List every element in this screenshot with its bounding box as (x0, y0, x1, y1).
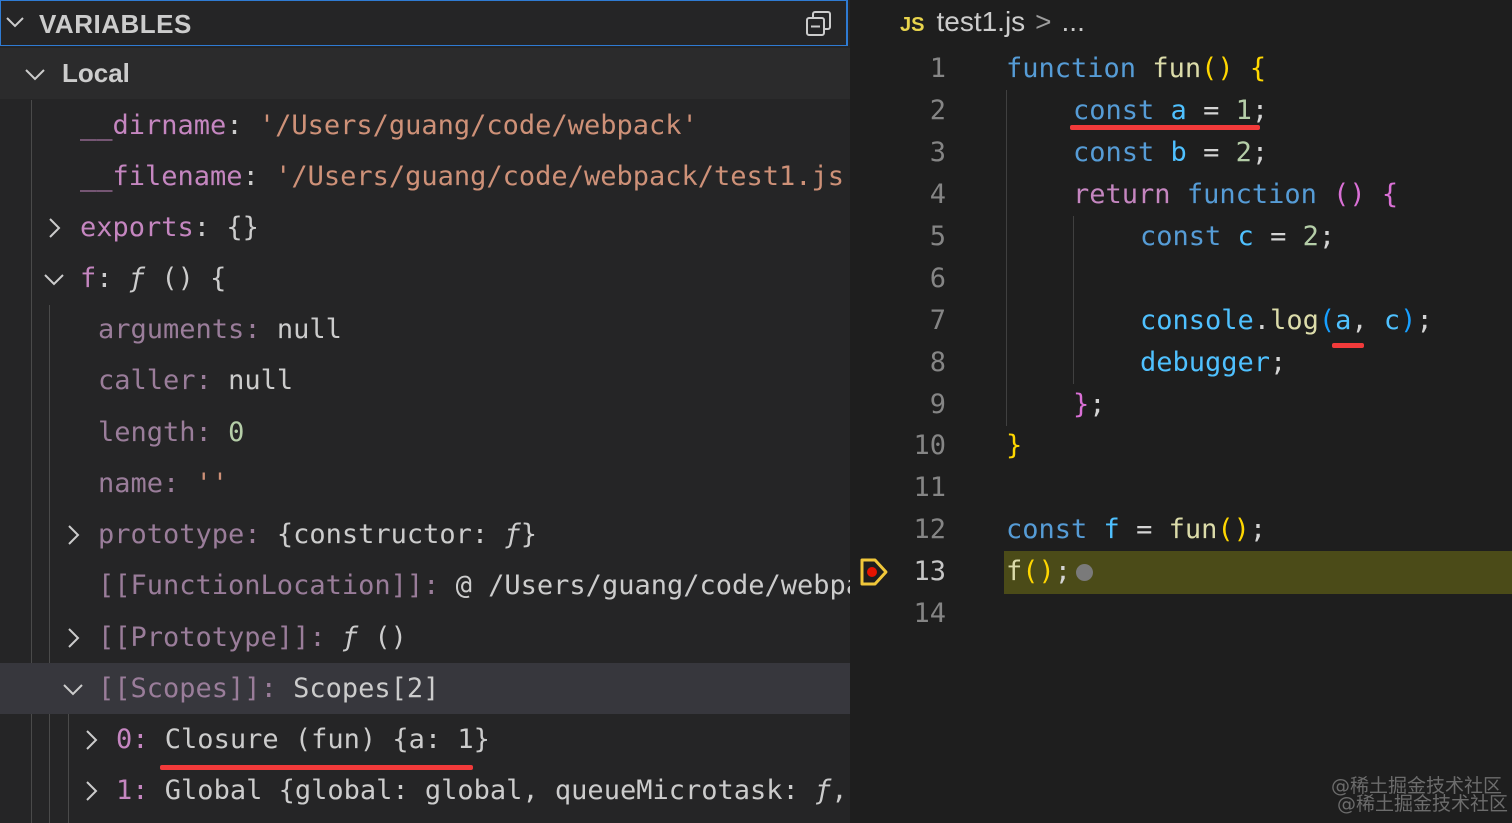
line-number: 5 (929, 221, 946, 252)
red-underline-annotation (1070, 125, 1260, 130)
variable-row[interactable]: __dirname: '/Users/guang/code/webpack' (0, 100, 850, 151)
variable-row[interactable]: 0: Closure (fun) {a: 1} (0, 714, 850, 765)
code-line-12[interactable]: const f = fun(); (1006, 509, 1266, 551)
line-number: 9 (929, 389, 946, 420)
code-line-3[interactable]: const b = 2; (1073, 132, 1268, 174)
red-underline-annotation (1332, 343, 1364, 348)
line-number: 3 (929, 137, 946, 168)
variables-header[interactable]: VARIABLES (0, 0, 848, 46)
chevron-right-icon: > (1035, 6, 1052, 37)
javascript-file-icon: JS (900, 14, 925, 36)
chevron-right-icon[interactable] (62, 627, 84, 649)
chevron-down-icon[interactable] (43, 268, 65, 290)
variable-row[interactable]: f: ƒ () { (0, 253, 850, 304)
code-line-8[interactable]: debugger; (1140, 342, 1286, 384)
code-line-5[interactable]: const c = 2; (1140, 216, 1335, 258)
variable-row[interactable]: arguments: null (0, 304, 850, 355)
breadcrumb: JS test1.js >... (900, 6, 1085, 38)
line-number: 10 (913, 430, 946, 461)
chevron-right-icon[interactable] (62, 524, 84, 546)
panel-title: VARIABLES (39, 9, 192, 39)
code-line-7[interactable]: console.log(a, c); (1140, 300, 1433, 342)
code-line-10[interactable]: } (1006, 425, 1022, 467)
line-number: 1 (929, 53, 946, 84)
scope-local[interactable]: Local (0, 48, 850, 99)
watermark: @稀土掘金技术社区 @稀土掘金技术社区 (1330, 775, 1508, 815)
variable-row[interactable]: name: '' (0, 458, 850, 509)
chevron-down-icon[interactable] (62, 678, 84, 700)
code-line-13[interactable]: f(); (1006, 551, 1094, 593)
line-number-active: 13 (913, 556, 946, 587)
line-number: 6 (929, 263, 946, 294)
variable-row[interactable]: __filename: '/Users/guang/code/webpack/t… (0, 151, 850, 202)
breadcrumb-symbols[interactable]: ... (1062, 6, 1085, 37)
indent-guide (1006, 90, 1007, 426)
line-number: 12 (913, 514, 946, 545)
chevron-down-icon[interactable] (5, 12, 25, 32)
inline-breakpoint-dot-icon[interactable] (1076, 564, 1094, 581)
line-number: 11 (913, 472, 946, 503)
line-number: 4 (929, 179, 946, 210)
line-number: 2 (929, 95, 946, 126)
code-line-4[interactable]: return function () { (1073, 174, 1398, 216)
chevron-right-icon[interactable] (80, 729, 102, 751)
line-number: 8 (929, 347, 946, 378)
variable-row[interactable]: [[FunctionLocation]]: @ /Users/guang/cod… (0, 560, 850, 611)
variable-row[interactable]: exports: {} (0, 202, 850, 253)
variable-row[interactable]: caller: null (0, 355, 850, 406)
breadcrumb-file[interactable]: test1.js (936, 6, 1025, 37)
line-number: 14 (913, 598, 946, 629)
variable-row[interactable]: length: 0 (0, 407, 850, 458)
code-line-1[interactable]: function fun() { (1006, 48, 1266, 90)
chevron-right-icon[interactable] (43, 217, 65, 239)
collapse-all-icon[interactable] (804, 9, 834, 39)
chevron-right-icon[interactable] (80, 780, 102, 802)
variable-row[interactable]: 1: Global {global: global, queueMicrotas… (0, 765, 850, 816)
variables-panel: VARIABLES Local __dirname: '/Users/guang… (0, 0, 850, 823)
code-editor[interactable]: JS test1.js >... 1 2 3 4 5 6 7 8 9 10 11 1… (850, 0, 1512, 823)
indent-guide (1073, 216, 1074, 384)
chevron-down-icon[interactable] (24, 63, 46, 85)
variable-row[interactable]: prototype: {constructor: ƒ} (0, 509, 850, 560)
line-number: 7 (929, 305, 946, 336)
variable-row-selected[interactable]: [[Scopes]]: Scopes[2] (0, 663, 850, 714)
scope-label: Local (62, 58, 130, 88)
variable-row[interactable]: [[Prototype]]: ƒ () (0, 612, 850, 663)
code-line-9[interactable]: }; (1073, 384, 1106, 426)
